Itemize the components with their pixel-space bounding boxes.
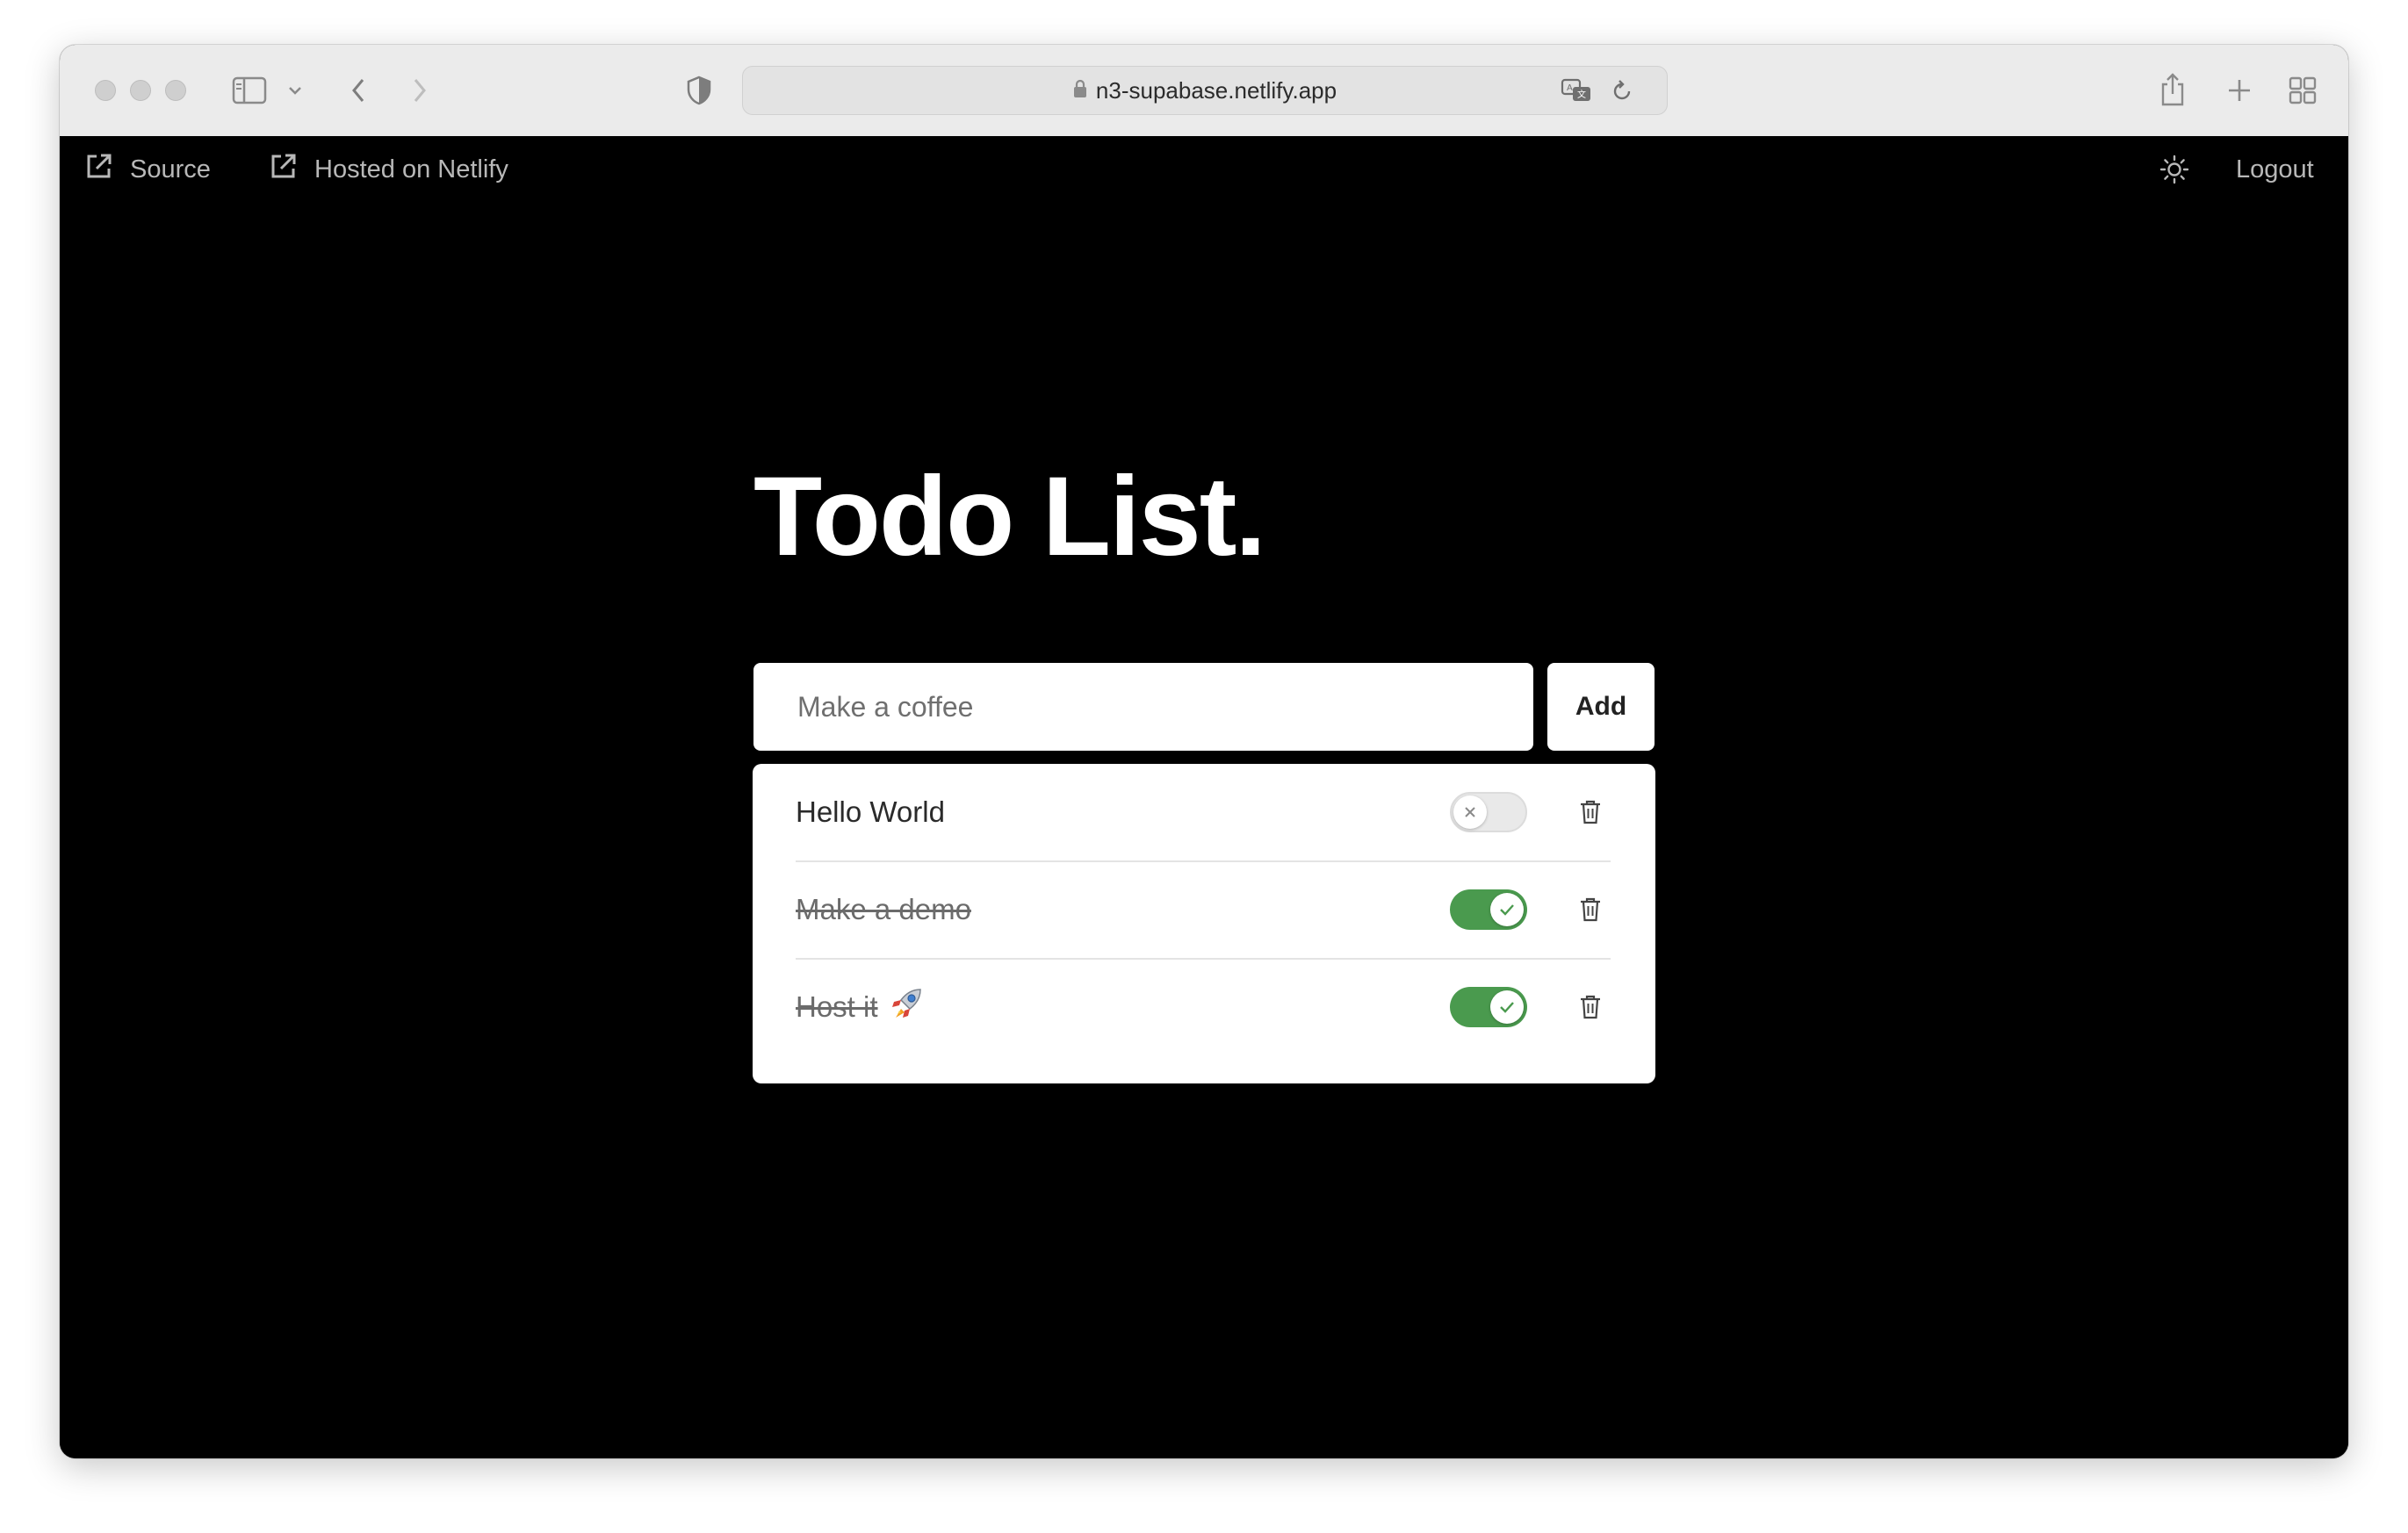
todo-item: Host it bbox=[796, 959, 1611, 1055]
privacy-shield-icon[interactable] bbox=[683, 71, 715, 110]
chevron-down-icon[interactable] bbox=[285, 80, 306, 101]
forward-icon[interactable] bbox=[402, 73, 437, 108]
check-icon bbox=[1490, 990, 1524, 1024]
back-icon[interactable] bbox=[341, 73, 376, 108]
todo-done-toggle[interactable] bbox=[1450, 889, 1527, 930]
trash-icon[interactable] bbox=[1575, 796, 1606, 828]
x-icon bbox=[1453, 795, 1487, 829]
url-text: n3-supabase.netlify.app bbox=[1095, 76, 1337, 104]
sun-icon[interactable] bbox=[2157, 152, 2192, 187]
svg-text:A: A bbox=[1567, 83, 1573, 93]
zoom-window-button[interactable] bbox=[165, 80, 186, 101]
new-todo-input[interactable] bbox=[753, 663, 1533, 751]
todo-list: Hello World Make a demo Host it bbox=[753, 764, 1655, 1083]
todo-done-toggle[interactable] bbox=[1450, 987, 1527, 1027]
trash-icon[interactable] bbox=[1575, 991, 1606, 1023]
netlify-link[interactable]: Hosted on Netlify bbox=[269, 150, 508, 189]
netlify-link-label: Hosted on Netlify bbox=[314, 155, 508, 184]
logout-label: Logout bbox=[2236, 155, 2314, 184]
source-link-label: Source bbox=[130, 155, 211, 184]
share-icon[interactable] bbox=[2155, 69, 2190, 110]
browser-window: n3-supabase.netlify.app A文 Source Hosted… bbox=[60, 45, 2348, 1458]
page-content: Source Hosted on Netlify Logout Todo Lis… bbox=[60, 136, 2348, 1458]
todo-done-toggle[interactable] bbox=[1450, 792, 1527, 832]
sidebar-icon[interactable] bbox=[230, 73, 269, 108]
external-link-icon bbox=[84, 151, 114, 188]
todo-text: Make a demo bbox=[796, 893, 971, 925]
address-bar[interactable]: n3-supabase.netlify.app A文 bbox=[742, 66, 1668, 115]
check-icon bbox=[1490, 893, 1524, 926]
new-tab-icon[interactable] bbox=[2222, 73, 2257, 108]
translate-icon[interactable]: A文 bbox=[1560, 77, 1595, 104]
source-link[interactable]: Source bbox=[84, 150, 211, 189]
close-window-button[interactable] bbox=[95, 80, 116, 101]
browser-toolbar: n3-supabase.netlify.app A文 bbox=[60, 45, 2348, 137]
todo-item: Make a demo bbox=[796, 861, 1611, 960]
add-button[interactable]: Add bbox=[1547, 663, 1655, 751]
logout-link[interactable]: Logout bbox=[2236, 150, 2314, 189]
todo-text: Host it bbox=[796, 990, 878, 1023]
page-title: Todo List. bbox=[753, 454, 1266, 579]
external-link-icon bbox=[269, 151, 299, 188]
minimize-window-button[interactable] bbox=[130, 80, 151, 101]
todo-text: Hello World bbox=[796, 795, 945, 828]
todo-text-wrapper: Host it bbox=[796, 959, 926, 1055]
tab-overview-icon[interactable] bbox=[2285, 73, 2320, 108]
lock-icon bbox=[1073, 77, 1087, 104]
svg-text:文: 文 bbox=[1577, 89, 1586, 100]
reload-icon[interactable] bbox=[1609, 77, 1635, 104]
trash-icon[interactable] bbox=[1575, 894, 1606, 925]
todo-item: Hello World bbox=[796, 764, 1611, 862]
rocket-icon bbox=[887, 984, 926, 1030]
